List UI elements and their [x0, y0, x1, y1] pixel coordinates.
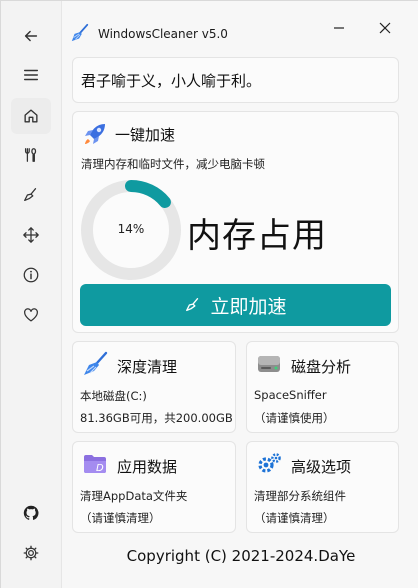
- disk-analysis-warning: （请谨慎使用）: [254, 411, 335, 425]
- rocket-icon: [85, 124, 105, 144]
- menu-icon: [23, 69, 39, 81]
- accelerate-card: 一键加速 清理内存和临时文件，减少电脑卡顿 14% 内存占用 立即加速: [72, 111, 399, 333]
- github-button[interactable]: [11, 495, 51, 531]
- folder-icon: D: [84, 455, 106, 474]
- close-button[interactable]: [370, 13, 400, 43]
- disk-analysis-tile[interactable]: 磁盘分析 SpaceSniffer （请谨慎使用）: [246, 341, 399, 433]
- quote-card: 君子喻于义，小人喻于利。: [72, 57, 399, 103]
- nav-donate[interactable]: [11, 297, 51, 333]
- app-data-description: 清理AppData文件夹: [80, 489, 188, 503]
- memory-usage-caption: 内存占用: [187, 216, 327, 256]
- quote-text: 君子喻于义，小人喻于利。: [81, 72, 262, 90]
- accelerate-description: 清理内存和临时文件，减少电脑卡顿: [81, 157, 265, 171]
- boost-now-label: 立即加速: [210, 295, 287, 318]
- advanced-options-title: 高级选项: [291, 458, 352, 476]
- deep-clean-drive: 本地磁盘(C:): [80, 389, 147, 403]
- tools-icon: [24, 148, 37, 162]
- gears-icon: [258, 453, 281, 473]
- home-icon: [24, 109, 38, 123]
- app-title: WindowsCleaner v5.0: [98, 27, 228, 41]
- info-icon: [23, 267, 39, 283]
- minimize-button[interactable]: [324, 13, 354, 43]
- minimize-icon: [334, 27, 344, 29]
- heart-icon: [24, 308, 38, 322]
- broom-icon: [84, 351, 108, 375]
- app-data-warning: （请谨慎清理）: [80, 511, 161, 525]
- advanced-options-description: 清理部分系统组件: [254, 489, 346, 503]
- gear-icon: [23, 545, 39, 561]
- deep-clean-tile[interactable]: 深度清理 本地磁盘(C:) 81.36GB可用，共200.00GB: [72, 341, 236, 433]
- advanced-options-warning: （请谨慎清理）: [254, 511, 335, 525]
- github-icon: [23, 505, 39, 520]
- app-logo-icon: [71, 23, 89, 42]
- hard-disk-icon: [258, 356, 280, 372]
- advanced-options-tile[interactable]: 高级选项 清理部分系统组件 （请谨慎清理）: [246, 441, 399, 533]
- move-icon: [23, 227, 39, 243]
- deep-clean-title: 深度清理: [117, 358, 178, 376]
- settings-button[interactable]: [11, 535, 51, 571]
- nav-clean[interactable]: [11, 177, 51, 213]
- main-pane: WindowsCleaner v5.0 君子喻于义，小人喻于利。 一键加速 清理…: [61, 1, 418, 588]
- disk-analysis-title: 磁盘分析: [291, 358, 352, 376]
- menu-button[interactable]: [11, 57, 51, 93]
- close-icon: [379, 22, 391, 34]
- nav-home[interactable]: [11, 98, 51, 134]
- app-data-tile[interactable]: D 应用数据 清理AppData文件夹 （请谨慎清理）: [72, 441, 236, 533]
- nav-tools[interactable]: [11, 137, 51, 173]
- deep-clean-space: 81.36GB可用，共200.00GB: [80, 411, 233, 425]
- nav-move[interactable]: [11, 217, 51, 253]
- broom-icon: [186, 298, 199, 312]
- memory-usage-percent: 14%: [117, 222, 145, 236]
- boost-now-button[interactable]: 立即加速: [80, 284, 391, 326]
- copyright-footer: Copyright (C) 2021-2024.DaYe: [126, 547, 356, 565]
- broom-icon: [24, 188, 37, 202]
- app-window: WindowsCleaner v5.0 君子喻于义，小人喻于利。 一键加速 清理…: [0, 0, 418, 588]
- svg-text:D: D: [96, 463, 104, 474]
- back-button[interactable]: [11, 18, 51, 54]
- nav-about[interactable]: [11, 257, 51, 293]
- disk-analysis-tool: SpaceSniffer: [254, 388, 327, 402]
- back-icon: [24, 30, 38, 42]
- navigation-rail: [1, 1, 61, 588]
- accelerate-title: 一键加速: [115, 126, 176, 144]
- title-bar: WindowsCleaner v5.0: [62, 1, 418, 51]
- app-data-title: 应用数据: [117, 458, 178, 476]
